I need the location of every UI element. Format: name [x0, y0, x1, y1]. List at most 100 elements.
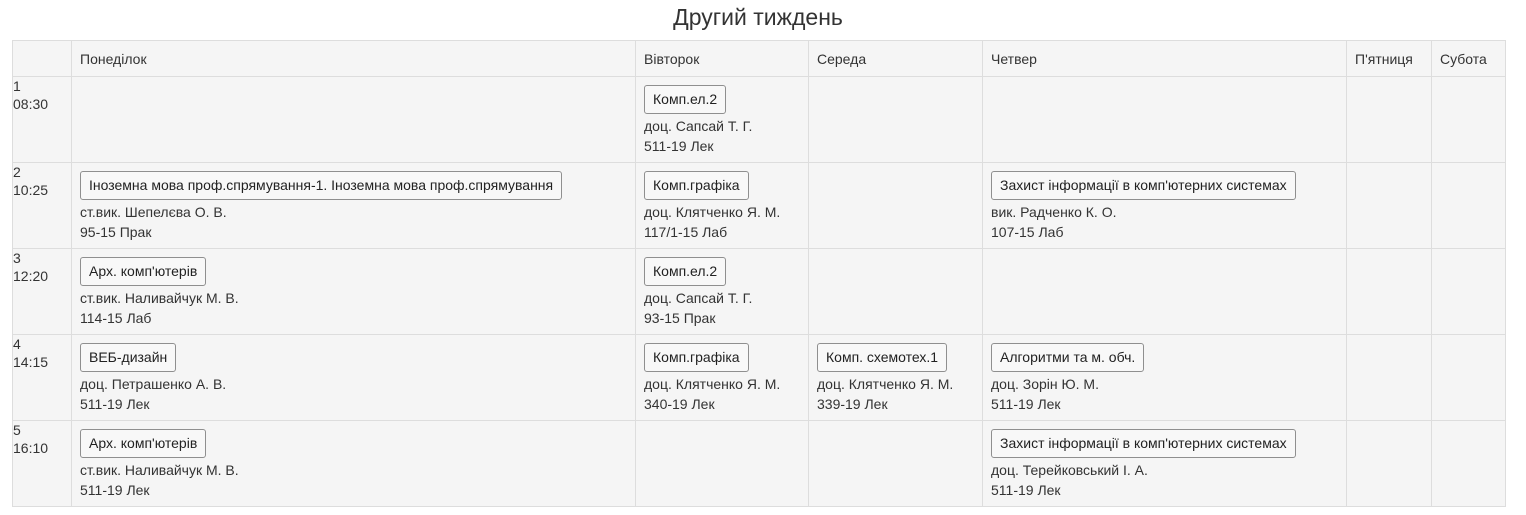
page-title: Другий тиждень	[673, 4, 843, 30]
lesson-time: 14:15	[13, 354, 49, 370]
header-tuesday: Вівторок	[635, 40, 809, 77]
cell-thursday: Алгоритми та м. обч. доц. Зорін Ю. М. 511-…	[982, 334, 1347, 421]
lesson-item: ВЕБ-дизайн доц. Петрашенко А. В. 511-19 Ле…	[72, 335, 635, 414]
table-row: 2 10:25 Іноземна мова проф.спрямування-1. …	[12, 162, 1506, 249]
teacher-name: вик. Радченко К. О.	[991, 204, 1117, 220]
teacher-name: ст.вик. Шепелєва О. В.	[80, 204, 227, 220]
subject-button[interactable]: Алгоритми та м. обч.	[991, 343, 1145, 372]
cell-tuesday: Комп.графіка доц. Клятченко Я. М. 340-19 Л…	[635, 334, 809, 421]
header-time	[12, 40, 72, 77]
table-row: 1 08:30 Комп.ел.2 доц. Сапсай Т. Г. 511-19 Л…	[12, 76, 1506, 163]
lesson-item: Комп. схемотех.1 доц. Клятченко Я. М. 339-…	[809, 335, 982, 414]
cell-wednesday	[808, 420, 983, 507]
lesson-number: 1	[13, 78, 21, 94]
subject-button[interactable]: Комп.ел.2	[644, 85, 727, 114]
lesson-item: Арх. комп'ютерів ст.вик. Наливайчук М. В.…	[72, 421, 635, 500]
teacher-name: доц. Клятченко Я. М.	[817, 376, 954, 392]
cell-monday: Іноземна мова проф.спрямування-1. Інозем…	[71, 162, 636, 249]
room-info: 340-19 Лек	[644, 396, 715, 412]
cell-friday	[1346, 248, 1432, 335]
lesson-number: 4	[13, 336, 21, 352]
lesson-number: 2	[13, 164, 21, 180]
subject-button[interactable]: Арх. комп'ютерів	[80, 257, 207, 286]
header-saturday: Субота	[1431, 40, 1506, 77]
cell-tuesday: Комп.графіка доц. Клятченко Я. М. 117/1-15…	[635, 162, 809, 249]
table-row: 4 14:15 ВЕБ-дизайн доц. Петрашенко А. В. 511…	[12, 334, 1506, 421]
lesson-item: Комп.графіка доц. Клятченко Я. М. 117/1-15…	[636, 163, 808, 242]
subject-button[interactable]: Комп.графіка	[644, 343, 749, 372]
cell-monday: Арх. комп'ютерів ст.вик. Наливайчук М. В.…	[71, 248, 636, 335]
header-row: Понеділок Вівторок Середа Четвер П'ятниц…	[12, 40, 1506, 77]
header-thursday: Четвер	[982, 40, 1347, 77]
cell-saturday	[1431, 248, 1506, 335]
room-info: 511-19 Лек	[80, 482, 150, 498]
room-info: 511-19 Лек	[644, 138, 714, 154]
lesson-time: 12:20	[13, 268, 49, 284]
room-info: 511-19 Лек	[80, 396, 150, 412]
cell-monday	[71, 76, 636, 163]
lesson-item: Алгоритми та м. обч. доц. Зорін Ю. М. 511-…	[983, 335, 1346, 414]
subject-button[interactable]: Комп.ел.2	[644, 257, 727, 286]
cell-saturday	[1431, 76, 1506, 163]
cell-friday	[1346, 162, 1432, 249]
cell-saturday	[1431, 420, 1506, 507]
cell-friday	[1346, 76, 1432, 163]
teacher-name: доц. Клятченко Я. М.	[644, 204, 781, 220]
cell-wednesday	[808, 162, 983, 249]
lesson-item: Арх. комп'ютерів ст.вик. Наливайчук М. В.…	[72, 249, 635, 328]
subject-button[interactable]: Комп. схемотех.1	[817, 343, 948, 372]
teacher-name: доц. Зорін Ю. М.	[991, 376, 1099, 392]
room-info: 339-19 Лек	[817, 396, 888, 412]
lesson-time-cell: 2 10:25	[12, 162, 72, 249]
room-info: 93-15 Прак	[644, 310, 716, 326]
cell-saturday	[1431, 162, 1506, 249]
cell-tuesday: Комп.ел.2 доц. Сапсай Т. Г. 511-19 Лек	[635, 76, 809, 163]
lesson-number: 5	[13, 422, 21, 438]
table-row: 3 12:20 Арх. комп'ютерів ст.вик. Наливайчук…	[12, 248, 1506, 335]
lesson-item: Захист інформації в комп'ютерних система…	[983, 421, 1346, 500]
room-info: 511-19 Лек	[991, 396, 1061, 412]
lesson-item: Захист інформації в комп'ютерних система…	[983, 163, 1346, 242]
lesson-number: 3	[13, 250, 21, 266]
room-info: 107-15 Лаб	[991, 224, 1064, 240]
lesson-time-cell: 1 08:30	[12, 76, 72, 163]
cell-saturday	[1431, 334, 1506, 421]
lesson-time: 16:10	[13, 440, 49, 456]
teacher-name: доц. Терейковський І. А.	[991, 462, 1148, 478]
lesson-time-cell: 4 14:15	[12, 334, 72, 421]
cell-monday: ВЕБ-дизайн доц. Петрашенко А. В. 511-19 Ле…	[71, 334, 636, 421]
room-info: 511-19 Лек	[991, 482, 1061, 498]
cell-friday	[1346, 420, 1432, 507]
cell-wednesday	[808, 248, 983, 335]
teacher-name: доц. Петрашенко А. В.	[80, 376, 227, 392]
cell-thursday	[982, 248, 1347, 335]
room-info: 114-15 Лаб	[80, 310, 152, 326]
lesson-time: 08:30	[13, 96, 49, 112]
subject-button[interactable]: Захист інформації в комп'ютерних система…	[991, 171, 1296, 200]
subject-button[interactable]: Комп.графіка	[644, 171, 749, 200]
lesson-item: Іноземна мова проф.спрямування-1. Інозем…	[72, 163, 635, 242]
cell-thursday: Захист інформації в комп'ютерних система…	[982, 420, 1347, 507]
subject-button[interactable]: Захист інформації в комп'ютерних система…	[991, 429, 1296, 458]
room-info: 95-15 Прак	[80, 224, 152, 240]
lesson-item: Комп.ел.2 доц. Сапсай Т. Г. 93-15 Прак	[636, 249, 808, 328]
cell-wednesday	[808, 76, 983, 163]
teacher-name: доц. Клятченко Я. М.	[644, 376, 781, 392]
cell-friday	[1346, 334, 1432, 421]
subject-button[interactable]: Арх. комп'ютерів	[80, 429, 207, 458]
teacher-name: доц. Сапсай Т. Г.	[644, 290, 753, 306]
table-row: 5 16:10 Арх. комп'ютерів ст.вик. Наливайчук…	[12, 420, 1506, 507]
lesson-time-cell: 5 16:10	[12, 420, 72, 507]
cell-tuesday: Комп.ел.2 доц. Сапсай Т. Г. 93-15 Прак	[635, 248, 809, 335]
header-friday: П'ятниця	[1346, 40, 1432, 77]
schedule-table: Понеділок Вівторок Середа Четвер П'ятниц…	[12, 40, 1506, 507]
subject-button[interactable]: Іноземна мова проф.спрямування-1. Інозем…	[80, 171, 563, 200]
cell-thursday	[982, 76, 1347, 163]
room-info: 117/1-15 Лаб	[644, 224, 728, 240]
lesson-time: 10:25	[13, 182, 49, 198]
cell-thursday: Захист інформації в комп'ютерних система…	[982, 162, 1347, 249]
teacher-name: доц. Сапсай Т. Г.	[644, 118, 753, 134]
cell-monday: Арх. комп'ютерів ст.вик. Наливайчук М. В.…	[71, 420, 636, 507]
teacher-name: ст.вик. Наливайчук М. В.	[80, 290, 239, 306]
subject-button[interactable]: ВЕБ-дизайн	[80, 343, 177, 372]
